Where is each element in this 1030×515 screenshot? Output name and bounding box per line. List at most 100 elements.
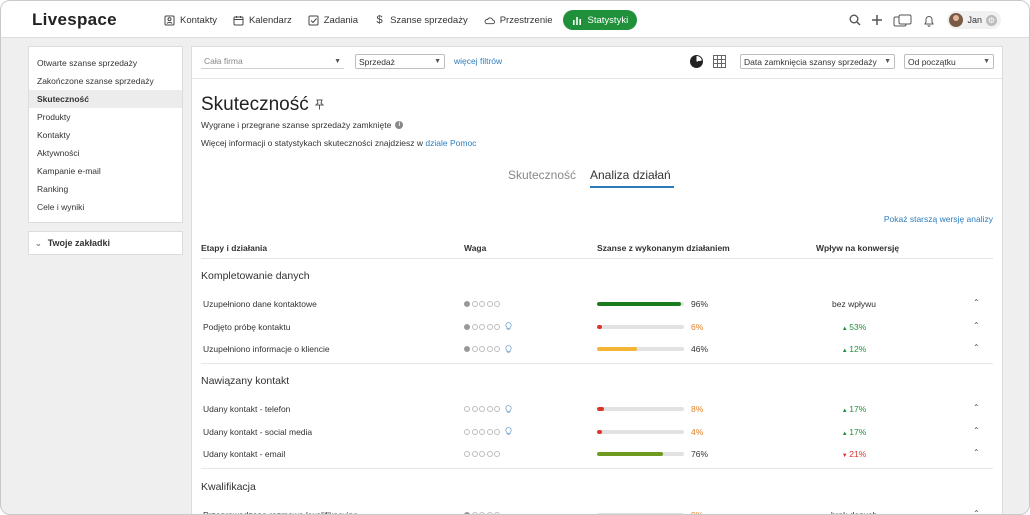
app-window: Livespace Kontakty Kalendarz Zadania $ S… <box>0 0 1030 515</box>
progress-bar <box>597 452 684 456</box>
section-divider <box>201 468 993 469</box>
lightbulb-icon[interactable] <box>505 344 512 354</box>
sidebar-item-kampanie-email[interactable]: Kampanie e-mail <box>29 162 182 180</box>
weight-rating[interactable] <box>464 428 502 435</box>
nav-item-kalendarz[interactable]: Kalendarz <box>227 10 298 30</box>
expand-row-button[interactable]: ⌃ <box>973 509 980 514</box>
sidebar-item-zakonczone-szanse[interactable]: Zakończone szanse sprzedaży <box>29 72 182 90</box>
conversion-impact: ▲ 17% <box>809 427 899 437</box>
main-panel: Cała firma ▼ Sprzedaż ▼ więcej filtrów D… <box>191 46 1003 515</box>
nav-item-szanse-sprzedazy[interactable]: $ Szanse sprzedaży <box>368 10 474 30</box>
weight-rating[interactable] <box>464 406 502 412</box>
messages-icon[interactable] <box>893 14 913 27</box>
progress-bar <box>597 302 684 306</box>
weight-dot <box>471 406 478 412</box>
conversion-impact: ▲ 12% <box>809 344 899 354</box>
company-select[interactable]: Cała firma ▼ <box>201 54 344 69</box>
bookmarks-toggle[interactable]: ⌄ Twoje zakładki <box>28 231 183 255</box>
weight-dot <box>486 323 493 330</box>
pie-chart-icon[interactable] <box>690 55 703 68</box>
page-title: Skuteczność <box>201 94 309 115</box>
more-filters-link[interactable]: więcej filtrów <box>454 56 502 66</box>
weight-dot <box>479 301 485 307</box>
percentage-value: 6% <box>691 321 704 332</box>
progress-fill <box>597 347 638 351</box>
conversion-impact: ▼ 21% <box>809 449 899 459</box>
weight-dot <box>494 451 500 457</box>
period-select[interactable]: Od początku ▼ <box>904 54 994 69</box>
activity-label: Udany kontakt - social media <box>203 426 313 437</box>
activity-label: Uzupełniono informacje o kliencie <box>203 344 330 354</box>
lightbulb-icon[interactable] <box>505 404 512 414</box>
progress-fill <box>597 407 604 411</box>
weight-dot <box>464 346 470 352</box>
impact-value: 17% <box>849 404 867 414</box>
help-note-text: Więcej informacji o statystykach skutecz… <box>201 138 424 148</box>
tab-analiza-dzialan[interactable]: Analiza działań <box>590 168 671 182</box>
stats-sidebar: Otwarte szanse sprzedaży Zakończone szan… <box>28 46 183 223</box>
weight-dot <box>494 301 500 307</box>
pipeline-select[interactable]: Sprzedaż ▼ <box>355 54 445 69</box>
weight-rating[interactable] <box>464 451 502 457</box>
conversion-impact: ▲ 53% <box>809 322 899 332</box>
weight-dot <box>494 428 500 435</box>
sidebar-item-ranking[interactable]: Ranking <box>29 180 182 198</box>
sidebar-item-cele-i-wyniki[interactable]: Cele i wyniki <box>29 198 182 216</box>
help-link[interactable]: dziale Pomoc <box>425 138 476 148</box>
older-version-link[interactable]: Pokaż starszą wersję analizy <box>884 214 993 224</box>
expand-row-button[interactable]: ⌃ <box>973 298 980 307</box>
nav-item-statystyki[interactable]: Statystyki <box>562 10 638 30</box>
info-icon[interactable]: i <box>395 121 404 129</box>
header-divider <box>201 258 993 259</box>
progress-fill <box>597 302 681 306</box>
user-name: Jan <box>967 15 982 25</box>
section-title: Nawiązany kontakt <box>201 375 290 387</box>
bell-icon[interactable] <box>923 14 935 27</box>
nav-item-kontakty[interactable]: Kontakty <box>158 10 223 30</box>
date-field-select[interactable]: Data zamknięcia szansy sprzedaży ▼ <box>740 54 895 69</box>
sidebar-item-produkty[interactable]: Produkty <box>29 108 182 126</box>
expand-row-button[interactable]: ⌃ <box>973 343 980 352</box>
activity-label: Udany kontakt - email <box>203 449 286 459</box>
expand-row-button[interactable]: ⌃ <box>973 426 980 435</box>
add-icon[interactable] <box>871 14 883 26</box>
nav-label: Kontakty <box>180 14 217 26</box>
chevron-down-icon: ⌄ <box>35 238 42 248</box>
col-header-stages: Etapy i działania <box>201 243 268 253</box>
impact-value: brak danych <box>830 510 878 515</box>
sidebar-item-aktywnosci[interactable]: Aktywności <box>29 144 182 162</box>
weight-rating[interactable] <box>464 346 502 352</box>
lightbulb-icon[interactable] <box>505 322 512 331</box>
expand-row-button[interactable]: ⌃ <box>973 448 980 457</box>
sidebar-item-kontakty[interactable]: Kontakty <box>29 126 182 144</box>
tab-skutecznosc[interactable]: Skuteczność <box>508 168 576 182</box>
weight-rating[interactable] <box>464 323 502 330</box>
activity-label: Uzupełniono dane kontaktowe <box>203 299 317 309</box>
percentage-value: 4% <box>691 426 704 437</box>
weight-dot <box>494 406 500 412</box>
lightbulb-icon[interactable] <box>505 427 512 436</box>
weight-dot <box>464 451 470 457</box>
dollar-icon: $ <box>376 14 383 26</box>
weight-dot <box>494 323 500 330</box>
weight-dot <box>464 428 470 435</box>
sidebar-item-otwarte-szanse[interactable]: Otwarte szanse sprzedaży <box>29 54 182 72</box>
nav-item-przestrzenie[interactable]: Przestrzenie <box>478 10 559 30</box>
search-icon[interactable] <box>849 14 862 26</box>
weight-dot <box>471 323 478 330</box>
livespace-logo[interactable]: Livespace <box>32 10 117 30</box>
tasks-icon <box>308 15 319 26</box>
table-view-icon[interactable] <box>713 55 726 68</box>
expand-row-button[interactable]: ⌃ <box>973 403 980 412</box>
cloud-icon <box>484 15 495 26</box>
bookmark-pin-icon[interactable] <box>314 99 325 110</box>
weight-dot <box>486 451 493 457</box>
progress-bar <box>597 324 684 329</box>
sidebar-item-skutecznosc[interactable]: Skuteczność <box>29 90 182 108</box>
weight-rating[interactable] <box>464 301 502 307</box>
activity-label: Przeprowadzona rozmowa kwalifikacyjna <box>203 510 358 515</box>
expand-row-button[interactable]: ⌃ <box>973 321 980 330</box>
user-menu[interactable]: Jan ⚙ <box>947 11 1001 29</box>
nav-item-zadania[interactable]: Zadania <box>302 10 364 30</box>
weight-dot <box>479 323 485 330</box>
